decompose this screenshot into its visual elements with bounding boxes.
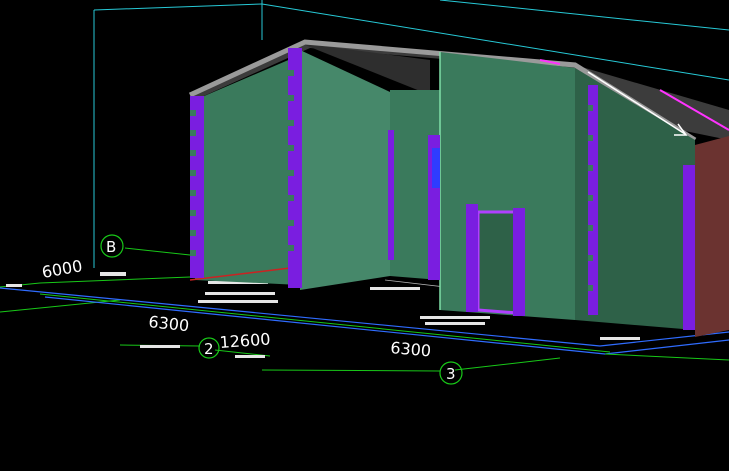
axis-bubble-2[interactable]: 2: [198, 337, 220, 359]
dim-12600: 12600: [219, 329, 271, 352]
dim-6000: 6000: [40, 256, 83, 282]
model-scene[interactable]: 6000 6300 12600 6300 B 2 3: [0, 0, 729, 471]
cad-3d-viewport[interactable]: 6000 6300 12600 6300 B 2 3: [0, 0, 729, 471]
axis-label-b: B: [106, 238, 116, 256]
axis-bubble-3[interactable]: 3: [439, 361, 463, 385]
dim-6300-left: 6300: [148, 312, 190, 335]
axis-label-3: 3: [446, 365, 456, 383]
door-opening: [476, 210, 520, 315]
axis-label-2: 2: [204, 340, 214, 358]
dim-6300-right: 6300: [390, 338, 432, 360]
axis-bubble-b[interactable]: B: [100, 234, 124, 258]
